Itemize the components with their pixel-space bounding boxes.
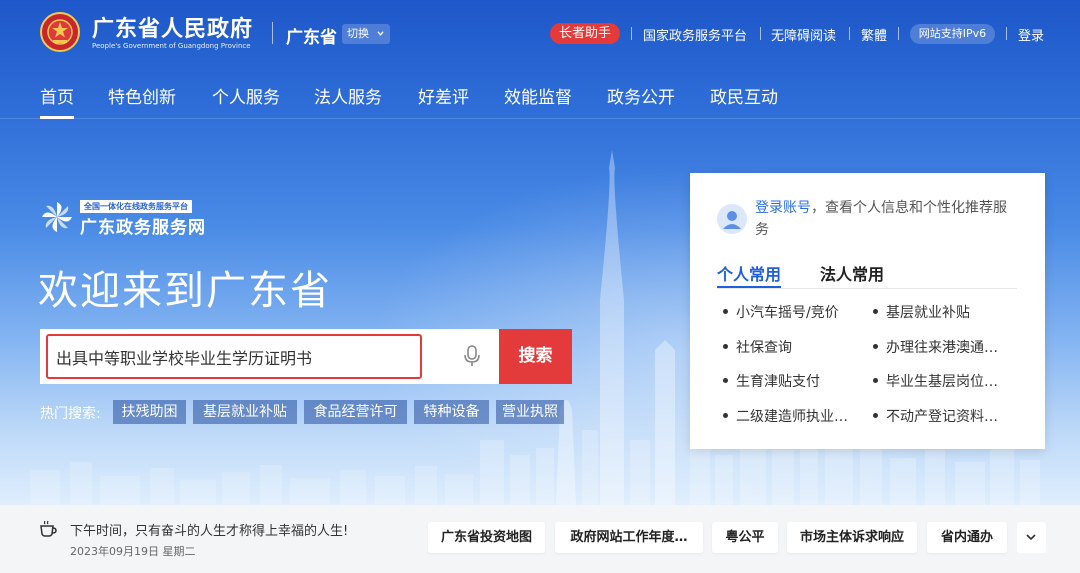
chevron-down-icon [1026,534,1036,541]
hot-search-tag[interactable]: 食品经营许可 [304,400,407,424]
hot-search-tag[interactable]: 营业执照 [496,400,564,424]
divider [898,27,899,40]
nav-item-rating[interactable]: 好差评 [418,83,469,108]
main-nav: 首页 特色创新 个人服务 法人服务 好差评 效能监督 政务公开 政民互动 [0,80,1080,120]
quick-link-annual-report[interactable]: 政府网站工作年度… [555,522,703,553]
switch-label: 切换 [347,27,369,40]
ipv6-badge: 网站支持IPv6 [910,24,995,44]
accessible-reading-link[interactable]: 无障碍阅读 [771,25,836,44]
nav-item-personal[interactable]: 个人服务 [212,83,280,108]
tab-personal-frequent[interactable]: 个人常用 [717,261,782,289]
nav-item-corporate[interactable]: 法人服务 [314,83,382,108]
platform-name[interactable]: 广东政务服务网 [80,213,206,238]
login-link[interactable]: 登录 [1018,25,1044,44]
switch-region-button[interactable]: 切换 [342,24,390,44]
more-links-button[interactable] [1017,522,1046,553]
bottom-bar: 下午时间，只有奋斗的人生才称得上幸福的人生! 2023年09月19日 星期二 广… [0,505,1080,573]
nav-item-disclosure[interactable]: 政务公开 [607,83,675,108]
site-title-en: People's Government of Guangdong Provinc… [92,42,251,50]
divider [1006,27,1007,40]
platform-tag: 全国一体化在线政务服务平台 [80,200,192,213]
quick-link-province-service[interactable]: 省内通办 [927,522,1007,553]
divider [760,27,761,40]
service-item[interactable]: 毕业生基层岗位… [873,371,998,391]
nav-item-interaction[interactable]: 政民互动 [710,83,778,108]
nav-divider [0,118,1080,119]
search-box [40,329,499,384]
greeting-text: 下午时间，只有奋斗的人生才称得上幸福的人生! [70,524,349,539]
service-item[interactable]: 小汽车摇号/竞价 [723,302,839,322]
national-platform-link[interactable]: 国家政务服务平台 [643,25,747,44]
tea-cup-icon [40,520,57,537]
current-province: 广东省 [286,28,337,48]
hot-search-label: 热门搜索: [40,406,101,422]
national-emblem-icon [40,12,80,52]
nav-item-home[interactable]: 首页 [40,83,74,119]
search-input[interactable] [46,334,422,379]
divider [631,27,632,40]
divider [272,22,273,44]
top-bar: 广东省人民政府 People's Government of Guangdong… [0,0,1080,68]
service-item[interactable]: 基层就业补贴 [873,302,970,322]
service-item[interactable]: 社保查询 [723,337,792,357]
service-item[interactable]: 生育津贴支付 [723,371,820,391]
hot-search-tag[interactable]: 基层就业补贴 [193,400,297,424]
tab-divider [717,288,1017,289]
quick-link-investment-map[interactable]: 广东省投资地图 [428,522,545,553]
quick-link-fairness[interactable]: 粤公平 [712,522,778,553]
avatar-icon [717,204,747,234]
service-item[interactable]: 办理往来港澳通… [873,337,998,357]
hot-search-tag[interactable]: 扶残助困 [113,400,186,424]
service-item[interactable]: 二级建造师执业… [723,406,848,426]
quick-link-market-response[interactable]: 市场主体诉求响应 [787,522,917,553]
tab-corporate-frequent[interactable]: 法人常用 [820,261,884,285]
service-item[interactable]: 不动产登记资料… [873,406,998,426]
divider [849,27,850,40]
chevron-down-icon [377,31,384,36]
login-prompt: 登录账号，查看个人信息和个性化推荐服务 [755,197,1017,241]
welcome-heading: 欢迎来到广东省 [38,268,332,314]
login-account-link[interactable]: 登录账号 [755,200,811,216]
hot-search-tag[interactable]: 特种设备 [414,400,489,424]
elder-assistant-button[interactable]: 长者助手 [550,23,620,44]
pinwheel-logo-icon [42,202,72,232]
site-title[interactable]: 广东省人民政府 [92,11,253,43]
user-service-card: 登录账号，查看个人信息和个性化推荐服务 个人常用 法人常用 小汽车摇号/竞价 基… [690,173,1045,449]
search-button[interactable]: 搜索 [499,329,572,384]
nav-item-supervision[interactable]: 效能监督 [504,83,572,108]
traditional-chinese-link[interactable]: 繁體 [861,25,887,44]
microphone-icon[interactable] [462,344,482,368]
nav-item-innovation[interactable]: 特色创新 [108,83,176,108]
current-date: 2023年09月19日 星期二 [70,545,196,558]
